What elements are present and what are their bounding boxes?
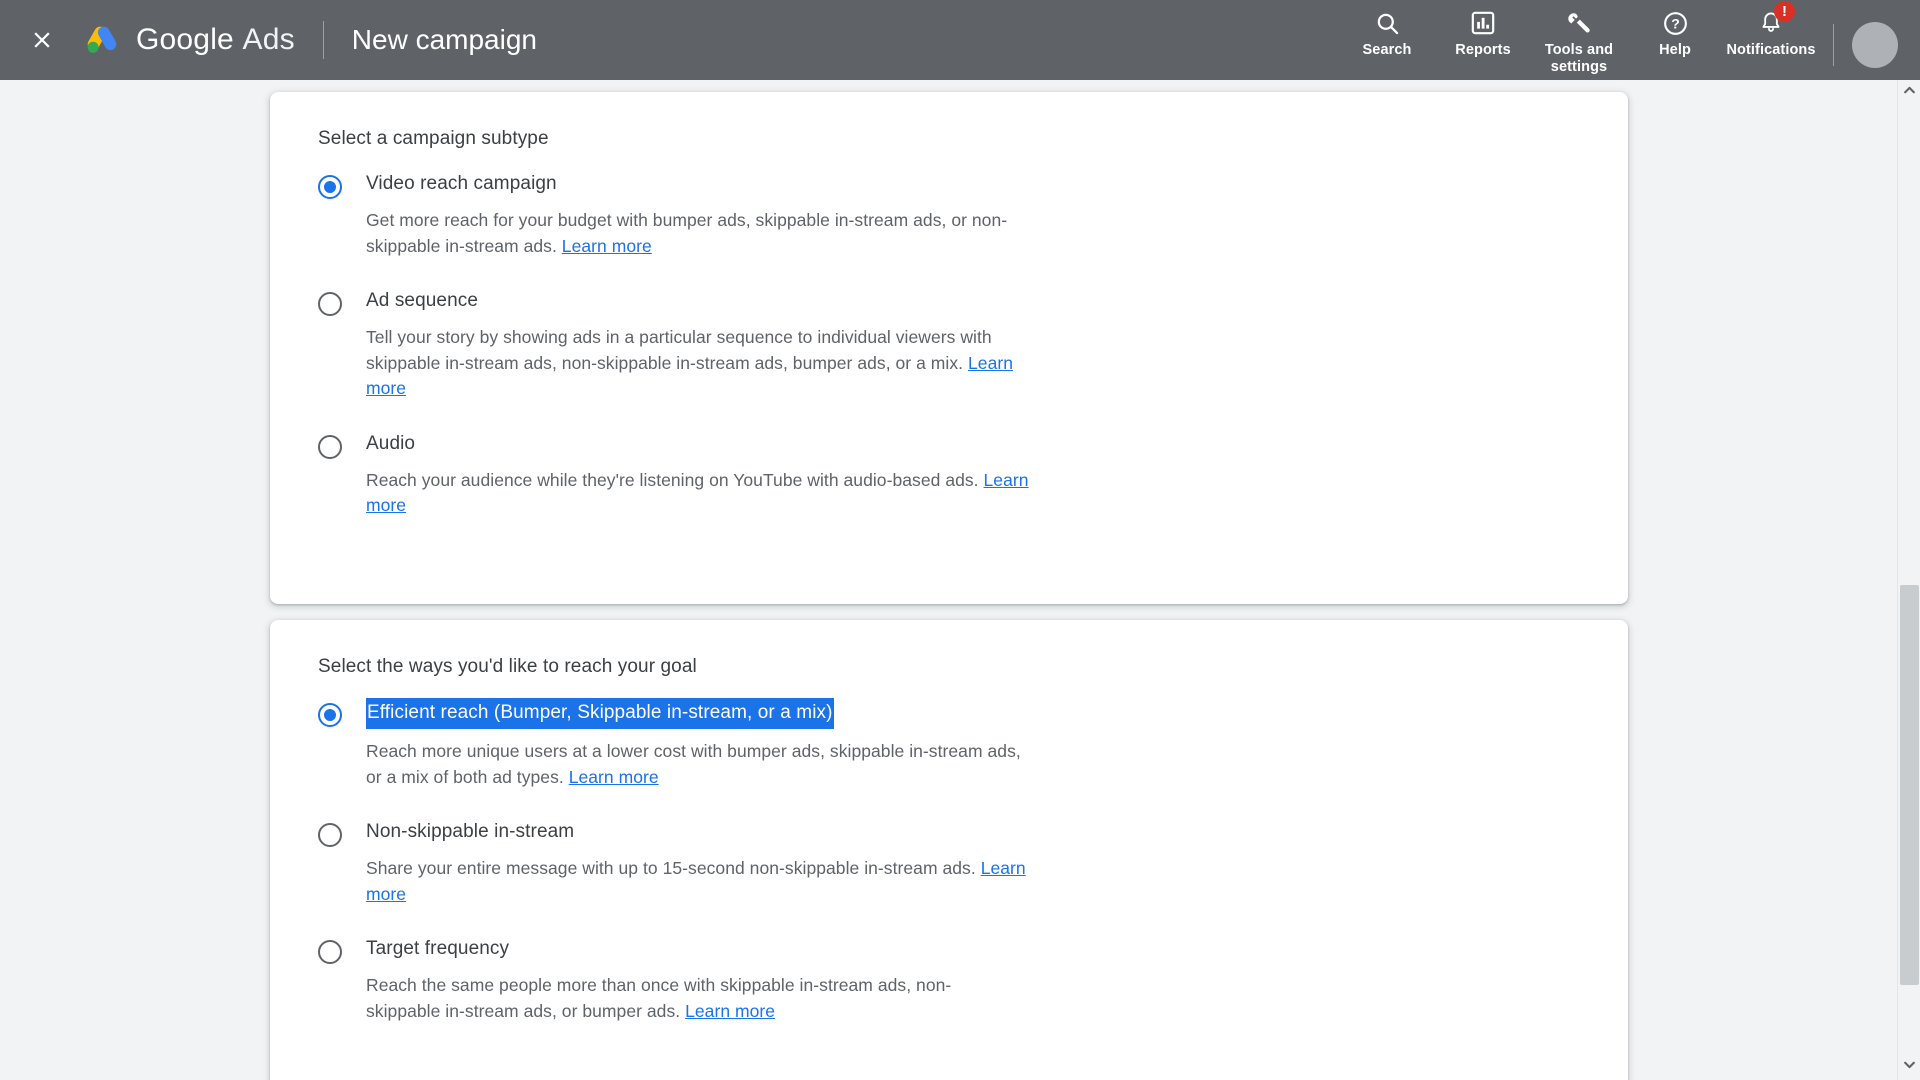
google-ads-brand[interactable]: Google Ads — [82, 20, 295, 60]
radio-audio[interactable] — [318, 428, 366, 519]
page-title: New campaign — [351, 24, 537, 55]
header-divider — [322, 21, 324, 59]
option-description-text: Reach your audience while they're listen… — [366, 469, 984, 490]
brand-ads-label: Ads — [242, 23, 295, 56]
option-description-text: Reach the same people more than once wit… — [366, 975, 952, 1021]
svg-text:?: ? — [1671, 15, 1680, 31]
chevron-up-icon — [1903, 84, 1916, 102]
brand-google-label: Google — [136, 23, 234, 56]
option-label: Efficient reach (Bumper, Skippable in-st… — [366, 698, 834, 729]
option-body: Audio Reach your audience while they're … — [366, 428, 1628, 519]
scrollbar-thumb[interactable] — [1900, 585, 1919, 985]
option-label: Non-skippable in-stream — [366, 821, 575, 842]
reach-goal-options: Efficient reach (Bumper, Skippable in-st… — [270, 678, 1628, 1024]
option-body: Target frequency Reach the same people m… — [366, 933, 1628, 1024]
wrench-icon — [1566, 9, 1593, 37]
learn-more-link[interactable]: Learn more — [569, 767, 659, 787]
help-button[interactable]: ? Help — [1627, 9, 1723, 59]
scroll-up-button[interactable] — [1898, 82, 1920, 104]
option-description: Reach the same people more than once wit… — [366, 973, 1021, 1024]
option-description-text: Tell your story by showing ads in a part… — [366, 327, 992, 373]
tools-and-settings-label: Tools and settings — [1544, 42, 1614, 75]
campaign-subtype-heading: Select a campaign subtype — [318, 128, 549, 149]
option-body: Non-skippable in-stream Share your entir… — [366, 816, 1628, 907]
radio-icon — [318, 175, 342, 199]
app-header: Google Ads New campaign Search Reports T… — [0, 0, 1920, 80]
close-button[interactable] — [18, 16, 66, 64]
option-audio[interactable]: Audio Reach your audience while they're … — [270, 428, 1628, 519]
option-description-text: Share your entire message with up to 15-… — [366, 858, 981, 878]
close-icon — [29, 27, 55, 53]
help-icon: ? — [1662, 9, 1689, 37]
option-description-text: Reach more unique users at a lower cost … — [366, 741, 1021, 787]
learn-more-link[interactable]: Learn more — [685, 1001, 775, 1021]
radio-efficient-reach[interactable] — [318, 696, 366, 790]
option-non-skippable-in-stream[interactable]: Non-skippable in-stream Share your entir… — [270, 816, 1628, 907]
option-label: Ad sequence — [366, 290, 479, 311]
option-target-frequency[interactable]: Target frequency Reach the same people m… — [270, 933, 1628, 1024]
main-content: Select a campaign subtype Video reach ca… — [0, 80, 1897, 1080]
option-label: Target frequency — [366, 938, 510, 959]
notifications-button[interactable]: ! Notifications — [1723, 1, 1819, 59]
reach-goal-card: Select the ways you'd like to reach your… — [270, 620, 1628, 1080]
option-body: Efficient reach (Bumper, Skippable in-st… — [366, 696, 1628, 790]
option-ad-sequence[interactable]: Ad sequence Tell your story by showing a… — [270, 285, 1628, 402]
campaign-subtype-options: Video reach campaign Get more reach for … — [270, 150, 1628, 519]
help-label: Help — [1659, 42, 1691, 58]
search-label: Search — [1362, 42, 1412, 58]
radio-icon — [318, 434, 342, 459]
header-actions: Search Reports Tools and settings ? Help… — [1339, 0, 1920, 80]
notification-badge: ! — [1774, 1, 1795, 22]
radio-target-frequency[interactable] — [318, 933, 366, 1024]
radio-icon — [318, 292, 342, 316]
chevron-down-icon — [1903, 1058, 1916, 1076]
option-label: Audio — [366, 432, 416, 454]
option-efficient-reach[interactable]: Efficient reach (Bumper, Skippable in-st… — [270, 696, 1628, 790]
option-description-text: Get more reach for your budget with bump… — [366, 210, 1008, 256]
notifications-label: Notifications — [1726, 42, 1816, 58]
option-body: Video reach campaign Get more reach for … — [366, 168, 1628, 259]
radio-icon — [318, 823, 342, 847]
radio-icon — [318, 940, 342, 964]
radio-non-skippable-in-stream[interactable] — [318, 816, 366, 907]
option-description: Tell your story by showing ads in a part… — [366, 325, 1046, 402]
bell-icon: ! — [1758, 1, 1795, 37]
reports-icon — [1470, 9, 1496, 37]
scroll-down-button[interactable] — [1898, 1056, 1920, 1078]
option-description: Share your entire message with up to 15-… — [366, 856, 1046, 907]
vertical-scrollbar[interactable] — [1897, 80, 1920, 1080]
learn-more-link[interactable]: Learn more — [562, 236, 652, 256]
option-description: Reach more unique users at a lower cost … — [366, 739, 1021, 790]
option-description: Reach your audience while they're listen… — [366, 468, 1046, 519]
radio-ad-sequence[interactable] — [318, 285, 366, 402]
google-ads-logo-icon — [82, 20, 122, 60]
search-icon — [1374, 9, 1401, 37]
radio-icon — [318, 703, 342, 727]
option-video-reach-campaign[interactable]: Video reach campaign Get more reach for … — [270, 168, 1628, 259]
option-description: Get more reach for your budget with bump… — [366, 208, 1021, 259]
tools-and-settings-button[interactable]: Tools and settings — [1531, 9, 1627, 76]
reach-goal-heading: Select the ways you'd like to reach your… — [318, 656, 697, 677]
option-body: Ad sequence Tell your story by showing a… — [366, 285, 1628, 402]
header-actions-divider — [1833, 23, 1834, 66]
campaign-subtype-card: Select a campaign subtype Video reach ca… — [270, 92, 1628, 604]
reports-button[interactable]: Reports — [1435, 9, 1531, 59]
avatar[interactable] — [1852, 21, 1898, 68]
radio-video-reach-campaign[interactable] — [318, 168, 366, 259]
search-button[interactable]: Search — [1339, 9, 1435, 59]
reports-label: Reports — [1455, 42, 1511, 58]
brand-text: Google Ads — [136, 23, 295, 57]
option-label: Video reach campaign — [366, 173, 557, 194]
